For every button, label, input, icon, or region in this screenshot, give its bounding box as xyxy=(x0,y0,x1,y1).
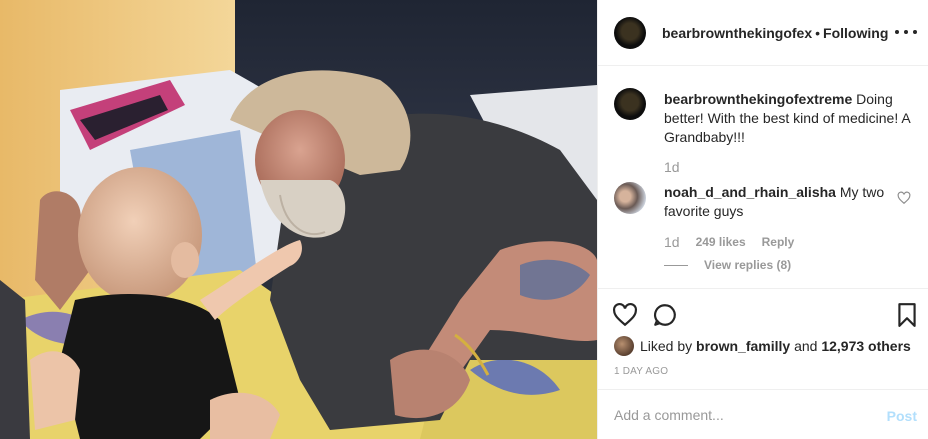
likes-row: Liked by brown_familly and 12,973 others xyxy=(614,336,911,356)
add-comment-bar: Post xyxy=(598,389,928,439)
post-button[interactable]: Post xyxy=(887,408,917,424)
comment-input[interactable] xyxy=(614,402,864,428)
comment-likes[interactable]: 249 likes xyxy=(696,233,746,252)
small-heart-icon[interactable] xyxy=(897,191,911,205)
caption-body: bearbrownthekingofextreme Doing better! … xyxy=(664,90,914,147)
post-photo xyxy=(0,0,597,439)
author-avatar[interactable] xyxy=(614,16,646,49)
photo-illustration xyxy=(0,0,597,439)
likes-and: and xyxy=(794,338,818,354)
caption-age: 1d xyxy=(664,159,680,175)
comment-icon[interactable] xyxy=(652,302,678,328)
following-button[interactable]: Following xyxy=(823,25,888,41)
more-icon[interactable] xyxy=(895,22,917,42)
liker-username[interactable]: brown_familly xyxy=(696,338,790,354)
post-header: bearbrownthekingofex • Following xyxy=(598,0,928,66)
replies-line xyxy=(664,264,688,266)
view-replies-button[interactable]: View replies (8) xyxy=(664,258,791,272)
reply-button[interactable]: Reply xyxy=(762,233,795,252)
author-username[interactable]: bearbrownthekingofex xyxy=(662,25,812,41)
post-side-panel: bearbrownthekingofex • Following bearbrown… xyxy=(597,0,928,439)
comment-meta: 1d 249 likes Reply xyxy=(664,233,914,252)
comment-username[interactable]: noah_d_and_rhain_alisha xyxy=(664,184,836,200)
bookmark-icon[interactable] xyxy=(894,302,920,328)
comment-age: 1d xyxy=(664,234,680,250)
likes-others[interactable]: 12,973 others xyxy=(821,338,911,354)
view-replies-label: View replies (8) xyxy=(704,258,792,272)
separator-dot: • xyxy=(815,24,821,41)
heart-icon[interactable] xyxy=(612,302,638,328)
liker-avatar[interactable] xyxy=(614,336,634,356)
caption-username[interactable]: bearbrownthekingofextreme xyxy=(664,91,852,107)
post-timestamp[interactable]: 1 DAY AGO xyxy=(614,366,668,377)
likes-prefix: Liked by xyxy=(640,338,693,354)
comment-avatar[interactable] xyxy=(614,182,646,214)
comments-section: bearbrownthekingofextreme Doing better! … xyxy=(598,66,928,288)
comment-body: noah_d_and_rhain_alisha My two favorite … xyxy=(664,183,914,221)
action-bar xyxy=(598,288,928,332)
caption-avatar[interactable] xyxy=(614,88,646,120)
author-line: bearbrownthekingofex • Following xyxy=(662,25,888,41)
